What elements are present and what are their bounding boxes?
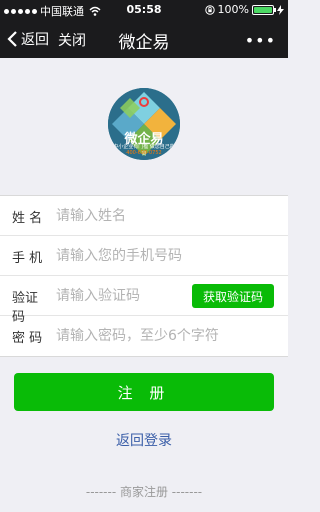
name-row: 姓 名 bbox=[0, 196, 288, 236]
logo-phone: 400-698-0752 bbox=[126, 150, 162, 156]
password-row: 密 码 bbox=[0, 316, 288, 356]
code-row: 验证码 获取验证码 bbox=[0, 276, 288, 325]
name-label: 姓 名 bbox=[12, 211, 43, 226]
phone-row: 手 机 bbox=[0, 236, 288, 276]
battery-icon bbox=[252, 4, 276, 15]
brand-logo: 微企易 让中小企业有门槛 做您自己的电商 400-698-0752 bbox=[108, 88, 180, 160]
merchant-register-label: ------- 商家注册 ------- bbox=[85, 485, 203, 499]
nav-bar: 返回 关闭 微企易 ••• bbox=[0, 20, 288, 58]
charging-bolt-icon bbox=[277, 4, 284, 15]
phone-label: 手 机 bbox=[12, 251, 43, 266]
rotation-lock-icon bbox=[204, 4, 215, 15]
more-menu-button[interactable]: ••• bbox=[245, 31, 276, 50]
phone-input[interactable] bbox=[56, 244, 276, 268]
password-input[interactable] bbox=[56, 324, 276, 348]
code-input[interactable] bbox=[56, 284, 186, 308]
register-form: 姓 名 手 机 验证码 获取验证码 密 码 bbox=[0, 195, 288, 357]
name-input[interactable] bbox=[56, 204, 276, 228]
back-to-login-link[interactable]: 返回登录 bbox=[0, 430, 288, 450]
get-code-button[interactable]: 获取验证码 bbox=[192, 284, 274, 308]
password-label: 密 码 bbox=[12, 331, 43, 346]
status-bar: 中国联通 05:58 100% bbox=[0, 0, 288, 20]
register-button[interactable]: 注 册 bbox=[14, 373, 274, 411]
battery-percent: 100% bbox=[217, 3, 249, 16]
